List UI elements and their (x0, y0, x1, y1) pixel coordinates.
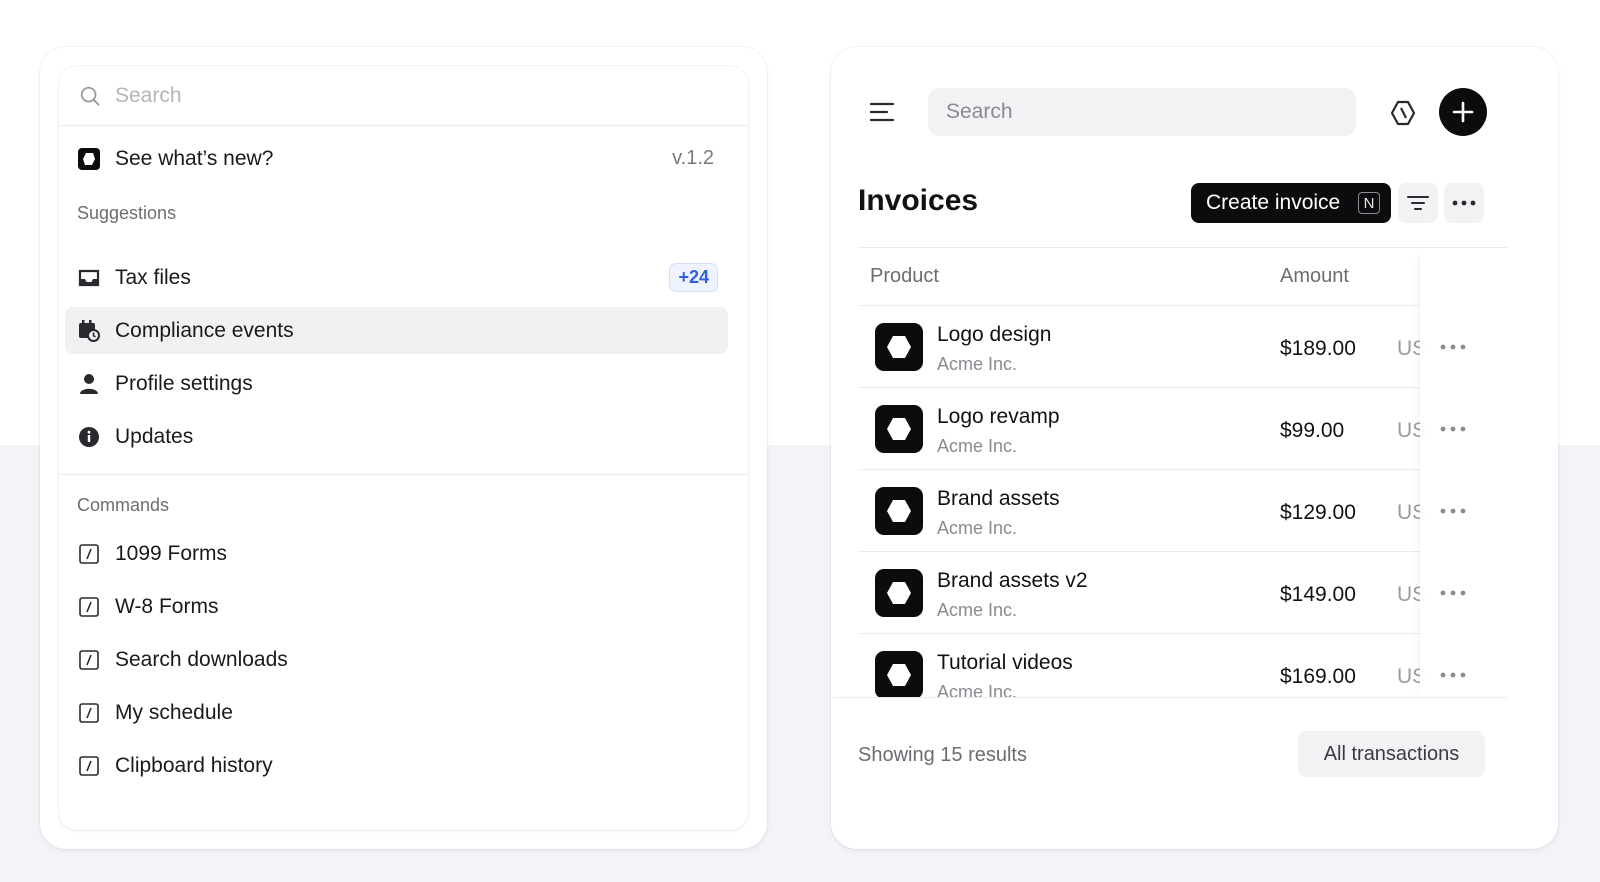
plus-icon (1452, 101, 1474, 123)
suggestions-heading: Suggestions (77, 203, 177, 223)
more-horizontal-icon[interactable] (1440, 508, 1466, 514)
add-button[interactable] (1439, 88, 1487, 136)
menu-icon[interactable] (869, 99, 895, 125)
invoices-table: Product Amount Logo design Acme Inc. $18… (858, 247, 1508, 697)
suggestion-label: Profile settings (115, 371, 253, 395)
page-title: Invoices (858, 184, 979, 217)
command-label: 1099 Forms (115, 541, 228, 565)
user-icon (77, 372, 101, 396)
calendar-clock-icon (77, 319, 101, 343)
command-item-search-downloads[interactable]: Search downloads (65, 636, 728, 683)
hexagon-icon[interactable] (1389, 99, 1417, 127)
product-logo-icon (875, 569, 923, 617)
search-icon (80, 86, 100, 106)
filter-button[interactable] (1398, 183, 1438, 223)
suggestion-label: Compliance events (115, 318, 294, 342)
product-logo-icon (875, 405, 923, 453)
amount-value: $129.00 (1280, 501, 1356, 524)
product-logo-icon (875, 323, 923, 371)
command-item-clipboard-history[interactable]: Clipboard history (65, 742, 728, 789)
create-invoice-label: Create invoice (1206, 191, 1341, 214)
product-name: Brand assets (937, 487, 1060, 510)
company-name: Acme Inc. (937, 600, 1018, 620)
slash-command-icon (77, 595, 101, 619)
amount-value: $189.00 (1280, 337, 1356, 360)
results-count: Showing 15 results (858, 744, 1027, 766)
product-name: Tutorial videos (937, 651, 1073, 674)
slash-command-icon (77, 542, 101, 566)
suggestion-label: Updates (115, 424, 194, 448)
table-row[interactable]: Brand assets Acme Inc. $129.00 US (858, 470, 1508, 552)
logo-icon (77, 147, 101, 171)
create-invoice-button[interactable]: Create invoice N (1191, 183, 1391, 223)
company-name: Acme Inc. (937, 682, 1018, 697)
version-label: v.1.2 (672, 147, 714, 169)
table-row[interactable]: Brand assets v2 Acme Inc. $149.00 US (858, 552, 1508, 634)
command-item-my-schedule[interactable]: My schedule (65, 689, 728, 736)
palette-search-input[interactable] (115, 83, 675, 108)
inbox-icon (77, 266, 101, 290)
company-name: Acme Inc. (937, 436, 1018, 456)
footer-divider (833, 697, 1508, 698)
table-row[interactable]: Logo design Acme Inc. $189.00 US (858, 306, 1508, 388)
more-horizontal-icon (1452, 200, 1476, 206)
more-options-button[interactable] (1444, 183, 1484, 223)
product-logo-icon (875, 487, 923, 535)
info-icon (77, 425, 101, 449)
suggestion-item-profile-settings[interactable]: Profile settings (65, 360, 728, 407)
palette-search-bar[interactable] (59, 66, 748, 126)
top-search-bar[interactable] (928, 88, 1356, 136)
invoices-view: Invoices Create invoice N Product Amount (833, 47, 1508, 813)
more-horizontal-icon[interactable] (1440, 590, 1466, 596)
product-name: Logo revamp (937, 405, 1060, 428)
whats-new-label: See what’s new? (115, 146, 274, 170)
slash-command-icon (77, 754, 101, 778)
column-header-amount[interactable]: Amount (1280, 265, 1349, 288)
top-search-input[interactable] (946, 100, 1326, 124)
invoices-card: Invoices Create invoice N Product Amount (831, 47, 1558, 849)
more-horizontal-icon[interactable] (1440, 426, 1466, 432)
product-name: Brand assets v2 (937, 569, 1088, 592)
amount-value: $149.00 (1280, 583, 1356, 606)
shortcut-key: N (1358, 192, 1380, 214)
suggestion-item-compliance-events[interactable]: Compliance events (65, 307, 728, 354)
command-label: Search downloads (115, 647, 288, 671)
whats-new-item[interactable]: See what’s new? v.1.2 (65, 135, 728, 182)
suggestion-label: Tax files (115, 265, 191, 289)
command-item-w8-forms[interactable]: W-8 Forms (65, 583, 728, 630)
slash-command-icon (77, 648, 101, 672)
company-name: Acme Inc. (937, 518, 1018, 538)
slash-command-icon (77, 701, 101, 725)
command-label: Clipboard history (115, 753, 273, 777)
more-horizontal-icon[interactable] (1440, 672, 1466, 678)
amount-value: $99.00 (1280, 419, 1345, 442)
command-label: My schedule (115, 700, 233, 724)
command-item-1099-forms[interactable]: 1099 Forms (65, 530, 728, 577)
product-logo-icon (875, 651, 923, 697)
column-header-product[interactable]: Product (870, 265, 939, 288)
table-row[interactable]: Logo revamp Acme Inc. $99.00 US (858, 388, 1508, 470)
more-horizontal-icon[interactable] (1440, 344, 1466, 350)
table-row[interactable]: Tutorial videos Acme Inc. $169.00 US (858, 634, 1508, 697)
command-palette: See what’s new? v.1.2 Suggestions Tax fi… (59, 66, 748, 830)
product-name: Logo design (937, 323, 1052, 346)
command-label: W-8 Forms (115, 594, 219, 618)
amount-value: $169.00 (1280, 665, 1356, 688)
suggestion-item-tax-files[interactable]: Tax files +24 (65, 254, 728, 301)
count-badge: +24 (669, 263, 718, 292)
row-actions-column (1420, 248, 1508, 697)
section-divider (59, 474, 748, 475)
company-name: Acme Inc. (937, 354, 1018, 374)
filter-icon (1407, 196, 1429, 210)
command-palette-card: See what’s new? v.1.2 Suggestions Tax fi… (40, 47, 767, 849)
suggestion-item-updates[interactable]: Updates (65, 413, 728, 460)
commands-heading: Commands (77, 495, 170, 515)
all-transactions-button[interactable]: All transactions (1298, 731, 1485, 777)
